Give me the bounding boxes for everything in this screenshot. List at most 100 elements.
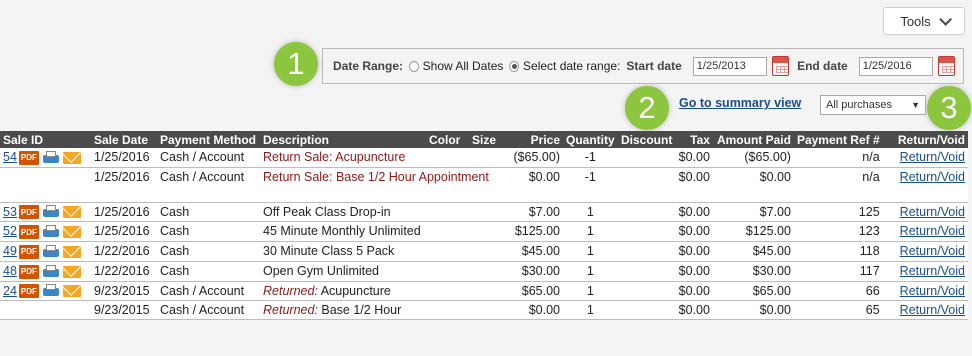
discount-cell	[617, 281, 676, 302]
return-void-link[interactable]: Return/Void	[900, 284, 965, 298]
col-description[interactable]: Description	[260, 131, 426, 148]
sale-id-link[interactable]: 54	[3, 150, 17, 164]
col-sale-date[interactable]: Sale Date	[91, 131, 157, 148]
payment-method-cell: Cash	[157, 221, 260, 243]
discount-cell	[617, 221, 676, 243]
purchase-filter-value: All purchases	[826, 99, 893, 111]
printer-icon[interactable]	[41, 150, 61, 165]
email-icon[interactable]	[62, 245, 81, 258]
amount-paid-cell: $65.00	[712, 281, 794, 302]
date-range-label: Date Range:	[333, 59, 404, 73]
table-row: 53 PDF 1/25/2016 Cash Off Peak Class Drop…	[0, 202, 968, 223]
show-all-dates-radio[interactable]	[409, 60, 419, 72]
sale-date-cell: 1/25/2016	[91, 167, 157, 203]
step-badge-2: 2	[625, 86, 669, 130]
summary-view-link[interactable]: Go to summary view	[679, 96, 801, 110]
tools-button[interactable]: Tools	[883, 7, 965, 35]
email-icon[interactable]	[62, 206, 81, 219]
calendar-icon[interactable]	[771, 56, 790, 76]
col-tax[interactable]: Tax	[675, 131, 713, 148]
col-discount[interactable]: Discount	[617, 131, 676, 148]
purchase-filter-select[interactable]: All purchases ▼	[820, 95, 926, 115]
col-payment-method[interactable]: Payment Method	[157, 131, 260, 148]
email-icon[interactable]	[62, 226, 81, 239]
printer-icon[interactable]	[41, 205, 61, 219]
col-payment-ref[interactable]: Payment Ref #	[793, 131, 883, 148]
printer-icon[interactable]	[41, 264, 61, 279]
chevron-down-icon	[938, 12, 952, 26]
discount-cell	[617, 241, 676, 262]
return-void-cell: Return/Void	[882, 221, 968, 243]
payment-method-cell: Cash / Account	[157, 281, 260, 302]
price-cell: $0.00	[509, 300, 563, 321]
description-cell: Open Gym Unlimited	[260, 261, 509, 282]
return-void-link[interactable]: Return/Void	[900, 150, 965, 164]
payment-ref-cell: 65	[793, 300, 883, 321]
col-price[interactable]: Price	[509, 131, 563, 148]
email-icon[interactable]	[62, 265, 81, 278]
return-void-link[interactable]: Return/Void	[900, 205, 965, 219]
start-date-input[interactable]	[692, 56, 767, 76]
select-date-range-radio[interactable]	[509, 60, 520, 72]
tax-cell: $0.00	[675, 167, 713, 203]
discount-cell	[617, 148, 676, 168]
pdf-icon[interactable]: PDF	[18, 225, 39, 240]
sale-id-cell	[0, 300, 91, 321]
pdf-icon[interactable]: PDF	[18, 284, 39, 299]
sale-id-link[interactable]: 49	[3, 244, 17, 258]
pdf-icon[interactable]: PDF	[18, 205, 39, 220]
description-text: Return Sale: Acupuncture	[263, 150, 406, 164]
payment-ref-cell: 117	[793, 261, 883, 282]
amount-paid-cell: $45.00	[712, 241, 794, 262]
table-row: 52 PDF 1/25/2016 Cash 45 Minute Monthly U…	[0, 221, 968, 243]
col-sale-id[interactable]: Sale ID	[0, 131, 91, 148]
return-void-link[interactable]: Return/Void	[900, 224, 965, 238]
sale-id-link[interactable]: 52	[3, 224, 17, 238]
sale-id-link[interactable]: 48	[3, 264, 17, 278]
tax-cell: $0.00	[675, 241, 713, 262]
return-void-link[interactable]: Return/Void	[900, 264, 965, 278]
payment-ref-cell: 125	[793, 202, 883, 223]
end-date-input[interactable]	[858, 56, 933, 76]
printer-icon[interactable]	[41, 284, 61, 298]
description-cell: Returned: Acupuncture	[260, 281, 509, 302]
pdf-icon[interactable]: PDF	[18, 150, 39, 165]
return-void-cell: Return/Void	[882, 167, 968, 203]
return-void-link[interactable]: Return/Void	[900, 303, 965, 317]
show-all-dates-label[interactable]: Show All Dates	[423, 59, 504, 73]
sale-id-cell: 24 PDF	[0, 281, 91, 302]
pdf-icon[interactable]: PDF	[18, 244, 39, 259]
quantity-cell: 1	[563, 261, 618, 282]
sale-id-cell	[0, 167, 91, 203]
description-cell: 30 Minute Class 5 Pack	[260, 241, 509, 262]
returned-prefix: Returned:	[263, 283, 318, 298]
pdf-icon[interactable]: PDF	[18, 264, 39, 279]
description-cell: Return Sale: Base 1/2 Hour Appointment	[260, 167, 509, 203]
sale-id-link[interactable]: 53	[3, 205, 17, 219]
start-date-label: Start date	[626, 59, 682, 73]
description-text: Base 1/2 Hour	[317, 303, 402, 318]
return-void-cell: Return/Void	[882, 261, 968, 282]
select-date-range-label[interactable]: Select date range:	[523, 59, 620, 73]
return-void-link[interactable]: Return/Void	[900, 170, 965, 184]
col-return-void[interactable]: Return/Void	[882, 131, 968, 148]
sale-date-cell: 1/22/2016	[91, 261, 157, 282]
col-amount-paid[interactable]: Amount Paid	[712, 131, 794, 148]
payment-method-cell: Cash	[157, 241, 260, 262]
amount-paid-cell: $0.00	[712, 167, 794, 203]
table-row: 1/25/2016 Cash / Account Return Sale: Ba…	[0, 167, 968, 203]
col-color[interactable]: Color	[426, 131, 469, 148]
sale-id-link[interactable]: 24	[3, 284, 17, 298]
printer-icon[interactable]	[41, 244, 61, 259]
printer-icon[interactable]	[41, 225, 61, 239]
col-quantity[interactable]: Quantity	[563, 131, 618, 148]
payment-ref-cell: 118	[793, 241, 883, 262]
col-size[interactable]: Size	[469, 131, 509, 148]
email-icon[interactable]	[62, 151, 81, 164]
calendar-icon[interactable]	[937, 56, 956, 76]
description-cell: 45 Minute Monthly Unlimited	[260, 221, 509, 243]
sale-date-cell: 9/23/2015	[91, 300, 157, 321]
email-icon[interactable]	[62, 285, 81, 298]
return-void-link[interactable]: Return/Void	[900, 244, 965, 258]
return-void-cell: Return/Void	[882, 300, 968, 321]
